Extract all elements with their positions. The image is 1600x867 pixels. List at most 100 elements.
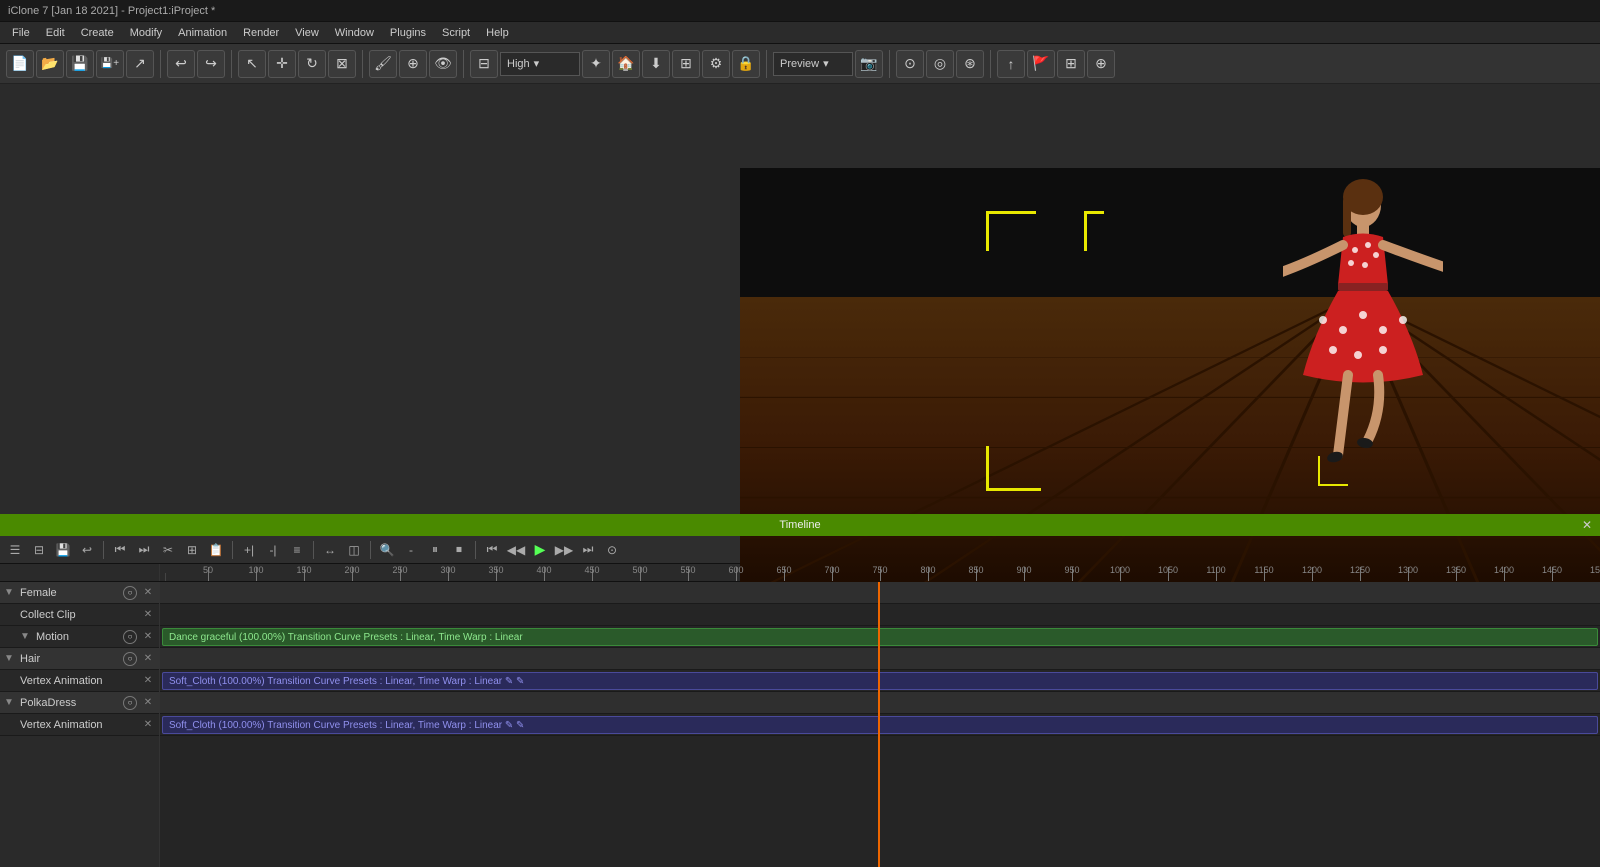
tl-add-key-btn[interactable]: +| bbox=[238, 539, 260, 561]
timeline-close-icon[interactable]: ✕ bbox=[1582, 518, 1592, 532]
redo-button[interactable]: ↪ bbox=[197, 50, 225, 78]
tl-pause-btn[interactable]: ⏸ bbox=[424, 539, 446, 561]
eye-button[interactable]: 👁 bbox=[429, 50, 457, 78]
camera-button[interactable]: 📷 bbox=[855, 50, 883, 78]
ruler-row: 5010015020025030035040045050055060065070… bbox=[0, 564, 1600, 582]
render2-btn[interactable]: ◎ bbox=[926, 50, 954, 78]
tl-save-btn[interactable]: 💾 bbox=[52, 539, 74, 561]
expand-female-icon[interactable]: ▼ bbox=[4, 587, 16, 598]
ruler-ticks: 5010015020025030035040045050055060065070… bbox=[160, 564, 1600, 581]
tl-next-btn[interactable]: ⏭ bbox=[133, 539, 155, 561]
quality-dropdown[interactable]: High ▾ bbox=[500, 52, 580, 76]
track-label-vertex-hair[interactable]: Vertex Animation ✕ bbox=[0, 670, 159, 692]
collect-clip-close-icon[interactable]: ✕ bbox=[141, 608, 155, 622]
camera-marker-tl2 bbox=[1084, 211, 1104, 251]
track-label-vertex-dress[interactable]: Vertex Animation ✕ bbox=[0, 714, 159, 736]
polka-close-icon[interactable]: ✕ bbox=[141, 696, 155, 710]
undo-button[interactable]: ↩ bbox=[167, 50, 195, 78]
save-button[interactable]: 💾 bbox=[66, 50, 94, 78]
tl-step-back-btn[interactable]: ◀◀ bbox=[505, 539, 527, 561]
grid-btn[interactable]: ⊞ bbox=[1057, 50, 1085, 78]
female-vis-icon[interactable]: ○ bbox=[123, 586, 137, 600]
tl-fit-btn[interactable]: ◫ bbox=[343, 539, 365, 561]
render-btn[interactable]: ⊙ bbox=[896, 50, 924, 78]
select-button[interactable]: ↖ bbox=[238, 50, 266, 78]
motion-row[interactable]: Dance graceful (100.00%) Transition Curv… bbox=[160, 626, 1600, 648]
vertex-dress-clip[interactable]: Soft_Cloth (100.00%) Transition Curve Pr… bbox=[162, 716, 1598, 734]
track-label-motion[interactable]: ▼ Motion ○ ✕ bbox=[0, 626, 159, 648]
menu-file[interactable]: File bbox=[4, 25, 38, 41]
paint-button[interactable]: 🖌 bbox=[369, 50, 397, 78]
flag-btn[interactable]: 🚩 bbox=[1027, 50, 1055, 78]
lock-button[interactable]: 🔒 bbox=[732, 50, 760, 78]
motion-vis-icon[interactable]: ○ bbox=[123, 630, 137, 644]
menu-view[interactable]: View bbox=[287, 25, 327, 41]
tl-list-btn[interactable]: ⊟ bbox=[28, 539, 50, 561]
add-button[interactable]: ⊞ bbox=[672, 50, 700, 78]
tl-rew-btn[interactable]: ⏮ bbox=[481, 539, 503, 561]
tl-zoom-out-btn[interactable]: - bbox=[400, 539, 422, 561]
plus-btn[interactable]: ⊕ bbox=[1087, 50, 1115, 78]
tl-record-btn[interactable]: ⊙ bbox=[601, 539, 623, 561]
vertex-dress-close-icon[interactable]: ✕ bbox=[141, 718, 155, 732]
tl-step-fwd-btn[interactable]: ▶▶ bbox=[553, 539, 575, 561]
tl-tracks-btn[interactable]: ≡ bbox=[286, 539, 308, 561]
vertex-hair-clip[interactable]: Soft_Cloth (100.00%) Transition Curve Pr… bbox=[162, 672, 1598, 690]
hair-vis-icon[interactable]: ○ bbox=[123, 652, 137, 666]
save-as-button[interactable]: 💾+ bbox=[96, 50, 124, 78]
vertex-dress-row[interactable]: Soft_Cloth (100.00%) Transition Curve Pr… bbox=[160, 714, 1600, 736]
tl-copy-btn[interactable]: ⊞ bbox=[181, 539, 203, 561]
menu-animation[interactable]: Animation bbox=[170, 25, 235, 41]
menu-plugins[interactable]: Plugins bbox=[382, 25, 434, 41]
camera-marker-center bbox=[1318, 456, 1348, 486]
tl-stop-btn[interactable]: ⏹ bbox=[448, 539, 470, 561]
open-button[interactable]: 📂 bbox=[36, 50, 64, 78]
tl-play-btn[interactable]: ▶ bbox=[529, 539, 551, 561]
female-close-icon[interactable]: ✕ bbox=[141, 586, 155, 600]
tl-zoom-btn[interactable]: 🔍 bbox=[376, 539, 398, 561]
preview-dropdown[interactable]: Preview ▾ bbox=[773, 52, 853, 76]
expand-polka-icon[interactable]: ▼ bbox=[4, 697, 16, 708]
menu-help[interactable]: Help bbox=[478, 25, 517, 41]
timeline-title: Timeline bbox=[779, 519, 820, 531]
motion-clip[interactable]: Dance graceful (100.00%) Transition Curv… bbox=[162, 628, 1598, 646]
hair-close-icon[interactable]: ✕ bbox=[141, 652, 155, 666]
menu-window[interactable]: Window bbox=[327, 25, 382, 41]
export-button[interactable]: ↗ bbox=[126, 50, 154, 78]
polka-vis-icon[interactable]: ○ bbox=[123, 696, 137, 710]
settings-button[interactable]: ⚙ bbox=[702, 50, 730, 78]
motion-close-icon[interactable]: ✕ bbox=[141, 630, 155, 644]
tl-cut-btn[interactable]: ✂ bbox=[157, 539, 179, 561]
tl-scale-btn[interactable]: ↔ bbox=[319, 539, 341, 561]
menu-edit[interactable]: Edit bbox=[38, 25, 73, 41]
tl-menu-btn[interactable]: ☰ bbox=[4, 539, 26, 561]
home-button[interactable]: 🏠 bbox=[612, 50, 640, 78]
track-label-hair[interactable]: ▼ Hair ○ ✕ bbox=[0, 648, 159, 670]
track-label-polkadress[interactable]: ▼ PolkaDress ○ ✕ bbox=[0, 692, 159, 714]
tl-paste-btn[interactable]: 📋 bbox=[205, 539, 227, 561]
export2-btn[interactable]: ↑ bbox=[997, 50, 1025, 78]
move-button[interactable]: ✛ bbox=[268, 50, 296, 78]
track-label-female[interactable]: ▼ Female ○ ✕ bbox=[0, 582, 159, 604]
scale-button[interactable]: ⊠ bbox=[328, 50, 356, 78]
tl-end-btn[interactable]: ⏭ bbox=[577, 539, 599, 561]
gizmo-button[interactable]: ⊕ bbox=[399, 50, 427, 78]
tl-prev-btn[interactable]: ⏮ bbox=[109, 539, 131, 561]
vertex-hair-row[interactable]: Soft_Cloth (100.00%) Transition Curve Pr… bbox=[160, 670, 1600, 692]
frame-button[interactable]: ⊟ bbox=[470, 50, 498, 78]
light-button[interactable]: ✦ bbox=[582, 50, 610, 78]
tl-del-key-btn[interactable]: -| bbox=[262, 539, 284, 561]
rotate-button[interactable]: ↻ bbox=[298, 50, 326, 78]
vertex-hair-close-icon[interactable]: ✕ bbox=[141, 674, 155, 688]
render3-btn[interactable]: ⊛ bbox=[956, 50, 984, 78]
tl-undo-btn[interactable]: ↩ bbox=[76, 539, 98, 561]
menu-script[interactable]: Script bbox=[434, 25, 478, 41]
expand-motion-icon[interactable]: ▼ bbox=[20, 631, 32, 642]
menu-create[interactable]: Create bbox=[73, 25, 122, 41]
expand-hair-icon[interactable]: ▼ bbox=[4, 653, 16, 664]
new-button[interactable]: 📄 bbox=[6, 50, 34, 78]
menu-modify[interactable]: Modify bbox=[122, 25, 170, 41]
track-label-collect-clip[interactable]: Collect Clip ✕ bbox=[0, 604, 159, 626]
down-button[interactable]: ⬇ bbox=[642, 50, 670, 78]
menu-render[interactable]: Render bbox=[235, 25, 287, 41]
